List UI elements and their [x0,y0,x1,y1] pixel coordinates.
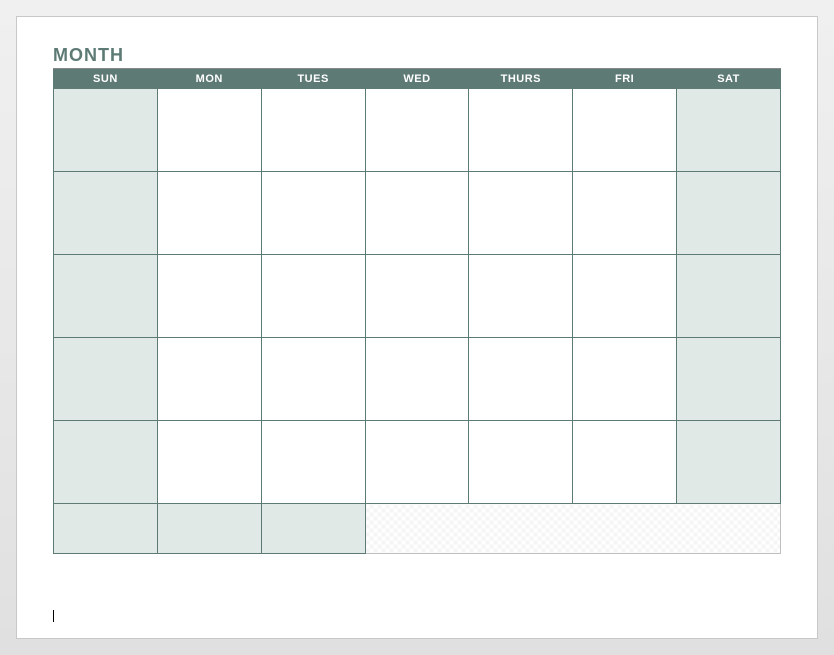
calendar-row-last [54,504,781,554]
calendar-cell[interactable] [365,338,469,421]
calendar-cell[interactable] [157,421,261,504]
calendar-cell[interactable] [261,421,365,504]
calendar-cell[interactable] [677,172,781,255]
calendar-cell[interactable] [261,338,365,421]
calendar-cell[interactable] [157,172,261,255]
day-header-sat: SAT [677,70,781,89]
calendar-table: SUN MON TUES WED THURS FRI SAT [53,69,781,554]
calendar-cell[interactable] [677,255,781,338]
calendar-row [54,89,781,172]
calendar-cell[interactable] [157,89,261,172]
calendar-header-row: SUN MON TUES WED THURS FRI SAT [54,70,781,89]
day-header-sun: SUN [54,70,158,89]
calendar-row [54,338,781,421]
day-header-wed: WED [365,70,469,89]
calendar-row [54,172,781,255]
calendar-cell[interactable] [54,255,158,338]
calendar-row [54,255,781,338]
calendar-cell[interactable] [157,255,261,338]
calendar-cell[interactable] [54,172,158,255]
calendar-cell[interactable] [261,89,365,172]
day-header-fri: FRI [573,70,677,89]
calendar-row [54,421,781,504]
calendar-cell[interactable] [573,338,677,421]
calendar-cell[interactable] [365,255,469,338]
calendar-cell[interactable] [261,255,365,338]
calendar-cell[interactable] [677,421,781,504]
calendar-cell[interactable] [365,172,469,255]
calendar-cell[interactable] [157,338,261,421]
day-header-mon: MON [157,70,261,89]
day-header-thurs: THURS [469,70,573,89]
calendar-cell[interactable] [54,421,158,504]
calendar-cell[interactable] [677,338,781,421]
day-header-tues: TUES [261,70,365,89]
calendar-cell[interactable] [469,338,573,421]
calendar-cell[interactable] [573,89,677,172]
calendar-cell[interactable] [469,255,573,338]
calendar-cell[interactable] [365,89,469,172]
calendar-cell[interactable] [261,172,365,255]
calendar-cell[interactable] [54,504,158,554]
calendar-notes-cell[interactable] [365,504,780,554]
calendar-cell[interactable] [157,504,261,554]
calendar-cell[interactable] [469,172,573,255]
text-cursor [53,610,54,622]
calendar-cell[interactable] [54,89,158,172]
calendar-cell[interactable] [469,421,573,504]
calendar-cell[interactable] [573,421,677,504]
calendar-cell[interactable] [54,338,158,421]
calendar-page: MONTH SUN MON TUES WED THURS FRI SAT [16,16,818,639]
calendar-cell[interactable] [261,504,365,554]
calendar-cell[interactable] [365,421,469,504]
calendar-cell[interactable] [573,172,677,255]
month-title: MONTH [53,45,781,66]
calendar-cell[interactable] [573,255,677,338]
calendar-cell[interactable] [469,89,573,172]
calendar-cell[interactable] [677,89,781,172]
